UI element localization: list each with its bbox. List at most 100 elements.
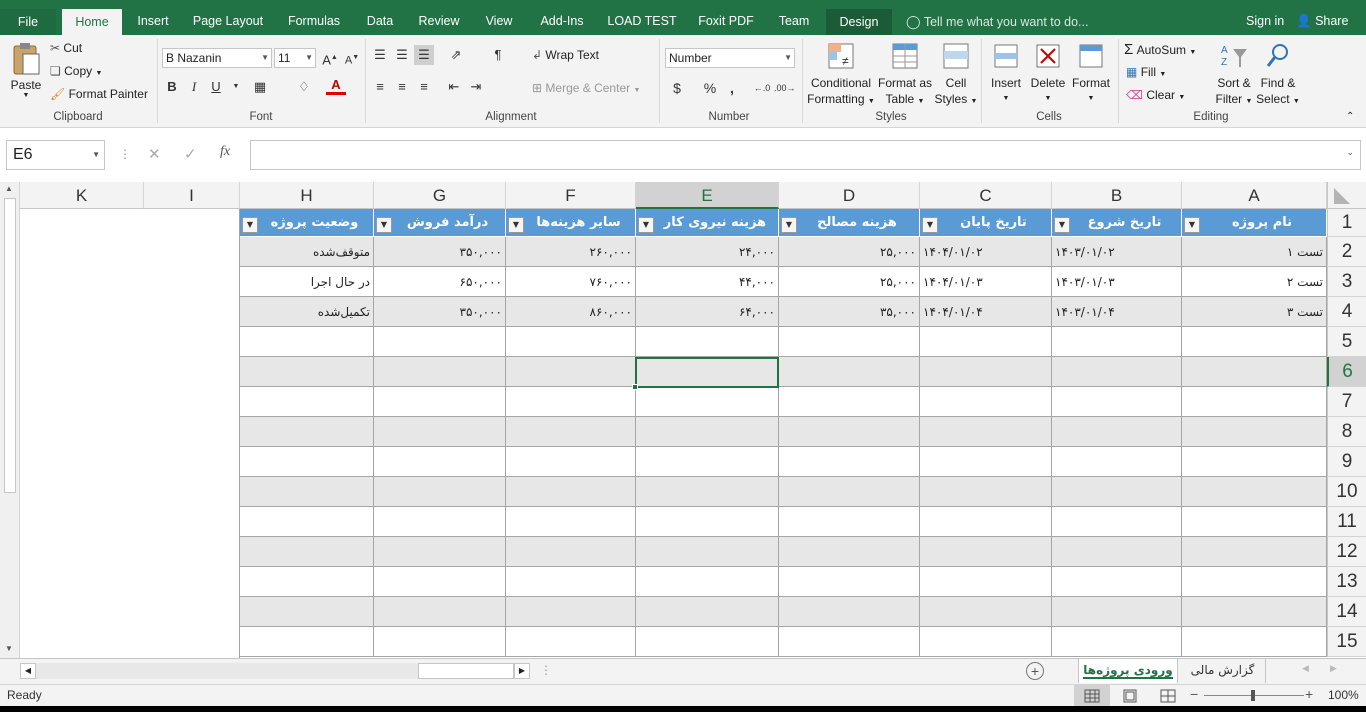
filter-dropdown-icon[interactable]: ▼ bbox=[508, 217, 524, 233]
increase-decimal-icon[interactable]: ←.0 bbox=[752, 78, 772, 98]
decrease-decimal-icon[interactable]: .00→ bbox=[774, 78, 796, 98]
clear-button[interactable]: ⌫ Clear ▼ bbox=[1126, 88, 1185, 102]
percent-button[interactable]: % bbox=[700, 78, 720, 98]
cell-d4[interactable]: ۳۵,۰۰۰ bbox=[779, 297, 920, 327]
column-header-g[interactable]: G bbox=[374, 182, 506, 209]
cell-h13[interactable] bbox=[240, 567, 374, 597]
cell-b13[interactable] bbox=[1052, 567, 1182, 597]
format-painter-button[interactable]: 🖌 Format Painter bbox=[50, 87, 148, 101]
cell-f6[interactable] bbox=[506, 357, 636, 387]
cell-g3[interactable]: ۶۵۰,۰۰۰ bbox=[374, 267, 506, 297]
cell-f5[interactable] bbox=[506, 327, 636, 357]
font-size-select[interactable]: 11 ▼ bbox=[274, 48, 316, 68]
empty-cell-area[interactable] bbox=[21, 209, 240, 658]
column-header-d[interactable]: D bbox=[779, 182, 920, 209]
decrease-indent-icon[interactable]: ⇤ bbox=[444, 77, 464, 97]
comma-button[interactable]: , bbox=[722, 78, 742, 98]
row-header-15[interactable]: 15 bbox=[1327, 627, 1366, 657]
fill-button[interactable]: ▦ Fill ▼ bbox=[1126, 65, 1166, 79]
cell-c11[interactable] bbox=[920, 507, 1052, 537]
column-header-i[interactable]: I bbox=[144, 182, 240, 209]
cell-a9[interactable] bbox=[1182, 447, 1327, 477]
table-header-cell-d[interactable]: ▼ هزینه مصالح bbox=[779, 209, 920, 237]
font-name-select[interactable]: B Nazanin ▼ bbox=[162, 48, 272, 68]
cell-h12[interactable] bbox=[240, 537, 374, 567]
tab-load-test[interactable]: LOAD TEST bbox=[604, 8, 680, 35]
grow-font-icon[interactable]: A▲ bbox=[320, 48, 340, 68]
align-middle-icon[interactable]: ☰ bbox=[392, 45, 412, 65]
cell-e10[interactable] bbox=[636, 477, 779, 507]
cell-g10[interactable] bbox=[374, 477, 506, 507]
next-sheet-icon[interactable]: ▶ bbox=[1330, 663, 1337, 674]
cell-h7[interactable] bbox=[240, 387, 374, 417]
filter-dropdown-icon[interactable]: ▼ bbox=[376, 217, 392, 233]
cell-f13[interactable] bbox=[506, 567, 636, 597]
formula-input[interactable]: ⌄ bbox=[250, 140, 1361, 170]
cell-c6[interactable] bbox=[920, 357, 1052, 387]
bold-button[interactable]: B bbox=[162, 77, 182, 97]
cell-f11[interactable] bbox=[506, 507, 636, 537]
cell-b9[interactable] bbox=[1052, 447, 1182, 477]
scroll-right-icon[interactable]: ▶ bbox=[514, 663, 530, 679]
table-header-cell-g[interactable]: ▼ درآمد فروش bbox=[374, 209, 506, 237]
cell-b11[interactable] bbox=[1052, 507, 1182, 537]
share-button[interactable]: 👤 Share bbox=[1296, 8, 1348, 35]
cell-a11[interactable] bbox=[1182, 507, 1327, 537]
number-format-select[interactable]: Number ▼ bbox=[665, 48, 795, 68]
table-header-cell-h[interactable]: ▼ وضعیت پروژه bbox=[240, 209, 374, 237]
cell-b4[interactable]: ۱۴۰۳/۰۱/۰۴ bbox=[1052, 297, 1182, 327]
align-right-icon[interactable]: ≡ bbox=[414, 77, 434, 97]
font-color-icon[interactable]: A bbox=[326, 77, 346, 95]
cell-g11[interactable] bbox=[374, 507, 506, 537]
cell-h8[interactable] bbox=[240, 417, 374, 447]
cell-g9[interactable] bbox=[374, 447, 506, 477]
format-as-table-button[interactable]: Format as Table ▼ bbox=[876, 41, 934, 110]
scroll-left-icon[interactable]: ◀ bbox=[20, 663, 36, 679]
cell-c7[interactable] bbox=[920, 387, 1052, 417]
cancel-edit-icon[interactable]: ✕ bbox=[148, 145, 161, 163]
cell-d14[interactable] bbox=[779, 597, 920, 627]
cell-b14[interactable] bbox=[1052, 597, 1182, 627]
cell-c9[interactable] bbox=[920, 447, 1052, 477]
cell-f14[interactable] bbox=[506, 597, 636, 627]
worksheet-grid[interactable]: ▲ ▼ K I H G F E D C B A ▼ وضعیت پروژه ▼ درآ… bbox=[0, 182, 1366, 658]
sheet-tab-financial-report[interactable]: گزارش مالی bbox=[1180, 659, 1266, 683]
cell-h5[interactable] bbox=[240, 327, 374, 357]
find-select-button[interactable]: Find & Select ▼ bbox=[1256, 41, 1300, 110]
cell-b10[interactable] bbox=[1052, 477, 1182, 507]
cell-b12[interactable] bbox=[1052, 537, 1182, 567]
conditional-formatting-button[interactable]: ≠ Conditional Formatting ▼ bbox=[806, 41, 876, 110]
cell-h6[interactable] bbox=[240, 357, 374, 387]
filter-dropdown-icon[interactable]: ▼ bbox=[922, 217, 938, 233]
cell-c5[interactable] bbox=[920, 327, 1052, 357]
tell-me-search[interactable]: ◯ Tell me what you want to do... bbox=[906, 8, 1088, 35]
cell-d15[interactable] bbox=[779, 627, 920, 657]
sort-filter-button[interactable]: AZ Sort & Filter ▼ bbox=[1214, 41, 1254, 110]
active-cell-e6[interactable] bbox=[635, 357, 779, 388]
zoom-out-icon[interactable]: − bbox=[1190, 686, 1198, 702]
row-header-9[interactable]: 9 bbox=[1327, 447, 1366, 477]
cell-d11[interactable] bbox=[779, 507, 920, 537]
align-left-icon[interactable]: ≡ bbox=[370, 77, 390, 97]
cell-h10[interactable] bbox=[240, 477, 374, 507]
italic-button[interactable]: I bbox=[184, 77, 204, 97]
copy-button[interactable]: ❏ Copy ▼ bbox=[50, 64, 102, 78]
cell-h9[interactable] bbox=[240, 447, 374, 477]
tab-team[interactable]: Team bbox=[772, 8, 816, 35]
column-header-e[interactable]: E bbox=[636, 182, 779, 209]
horizontal-scrollbar[interactable] bbox=[36, 663, 530, 679]
fill-color-icon[interactable]: ♢ bbox=[294, 77, 314, 97]
increase-indent-icon[interactable]: ⇥ bbox=[466, 77, 486, 97]
column-header-c[interactable]: C bbox=[920, 182, 1052, 209]
tab-formulas[interactable]: Formulas bbox=[280, 8, 348, 35]
cell-g2[interactable]: ۳۵۰,۰۰۰ bbox=[374, 237, 506, 267]
cell-a8[interactable] bbox=[1182, 417, 1327, 447]
cell-c2[interactable]: ۱۴۰۴/۰۱/۰۲ bbox=[920, 237, 1052, 267]
row-header-8[interactable]: 8 bbox=[1327, 417, 1366, 447]
cell-d7[interactable] bbox=[779, 387, 920, 417]
filter-dropdown-icon[interactable]: ▼ bbox=[1054, 217, 1070, 233]
cell-a14[interactable] bbox=[1182, 597, 1327, 627]
cell-e14[interactable] bbox=[636, 597, 779, 627]
cell-f9[interactable] bbox=[506, 447, 636, 477]
cell-b2[interactable]: ۱۴۰۳/۰۱/۰۲ bbox=[1052, 237, 1182, 267]
